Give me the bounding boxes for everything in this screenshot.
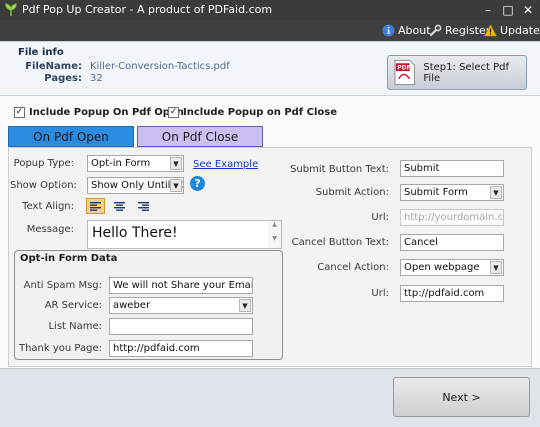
window-title: Pdf Pop Up Creator - A product of PDFaid… <box>22 3 273 16</box>
filename-label: FileName: <box>25 61 82 72</box>
title-bar: Pdf Pop Up Creator - A product of PDFaid… <box>0 0 540 20</box>
cancel-text-input[interactable]: Cancel <box>400 234 504 251</box>
cancel-text-label: Cancel Button Text: <box>291 237 389 248</box>
cancel-action-value: Open webpage <box>404 262 480 273</box>
align-center-icon <box>114 201 125 211</box>
popup-type-label: Popup Type: <box>13 158 74 169</box>
include-open-check-icon: ✓ <box>14 107 25 118</box>
chevron-down-icon: ▼ <box>239 299 251 312</box>
popup-type-select[interactable]: Opt-in Form ▼ <box>87 155 184 172</box>
warning-icon <box>484 24 497 37</box>
close-button[interactable]: ✕ <box>520 2 536 18</box>
include-open-label: Include Popup On Pdf Open <box>29 107 184 118</box>
filename-value: Killer-Conversion-Tactics.pdf <box>90 61 230 72</box>
select-pdf-button[interactable]: PDF Step1: Select Pdf File <box>387 55 527 90</box>
include-close-checkbox[interactable]: ✓ Include Popup on Pdf Close <box>168 107 337 118</box>
update-menu-item[interactable]: Update <box>484 22 540 39</box>
thank-you-label: Thank you Page: <box>18 343 102 354</box>
about-menu-item[interactable]: About <box>382 22 431 39</box>
chevron-down-icon: ▼ <box>490 186 502 199</box>
url1-label: Url: <box>371 212 389 223</box>
align-right-icon <box>138 201 149 211</box>
maximize-button[interactable]: □ <box>500 2 516 18</box>
align-left-icon <box>90 201 101 211</box>
ar-service-value: aweber <box>113 300 151 311</box>
show-option-label: Show Option: <box>10 180 77 191</box>
anti-spam-input[interactable]: We will not Share your Email <box>109 277 253 294</box>
pages-value: 32 <box>90 73 103 84</box>
update-label: Update <box>500 24 540 37</box>
cancel-action-select[interactable]: Open webpage ▼ <box>400 259 504 276</box>
url2-label: Url: <box>371 288 389 299</box>
include-close-check-icon: ✓ <box>168 107 179 118</box>
ar-service-label: AR Service: <box>44 300 102 311</box>
url1-input[interactable]: http://yourdomain.com <box>400 209 504 226</box>
cancel-action-label: Cancel Action: <box>317 262 389 273</box>
menu-bar: About Register Update <box>0 20 540 41</box>
popup-type-value: Opt-in Form <box>91 158 151 169</box>
show-option-select[interactable]: Show Only Untill C ▼ <box>87 177 184 194</box>
app-logo-icon <box>5 3 17 16</box>
optin-header: Opt-in Form Data <box>20 253 118 264</box>
list-name-input[interactable] <box>109 318 253 335</box>
select-pdf-label: Step1: Select Pdf File <box>423 61 509 84</box>
about-label: About <box>398 24 431 37</box>
help-icon[interactable]: ? <box>190 176 205 191</box>
align-left-button[interactable] <box>86 198 105 214</box>
submit-text-input[interactable]: Submit <box>400 160 504 177</box>
minimize-button[interactable]: – <box>480 2 496 18</box>
list-name-label: List Name: <box>48 321 102 332</box>
message-label: Message: <box>26 224 74 235</box>
url2-input[interactable]: ttp://pdfaid.com <box>400 285 504 302</box>
text-align-label: Text Align: <box>22 201 74 212</box>
register-menu-item[interactable]: Register <box>429 22 490 39</box>
message-textarea[interactable]: Hello There! <box>87 220 282 249</box>
see-example-link[interactable]: See Example <box>193 159 258 170</box>
pdf-file-icon: PDF <box>394 59 415 86</box>
include-close-label: Include Popup on Pdf Close <box>183 107 338 118</box>
wrench-icon <box>429 24 442 37</box>
message-scrollbar[interactable]: ▲ ▼ <box>268 221 281 248</box>
info-icon <box>382 24 395 37</box>
next-button[interactable]: Next > <box>393 377 530 417</box>
anti-spam-label: Anti Spam Msg: <box>23 280 102 291</box>
chevron-down-icon: ▼ <box>170 179 182 192</box>
tab-on-pdf-close[interactable]: On Pdf Close <box>137 126 263 147</box>
submit-text-label: Submit Button Text: <box>290 164 389 175</box>
thank-you-input[interactable]: http://pdfaid.com <box>109 340 253 357</box>
align-center-button[interactable] <box>110 198 129 214</box>
submit-action-select[interactable]: Submit Form ▼ <box>400 184 504 201</box>
svg-text:PDF: PDF <box>397 66 410 72</box>
align-right-button[interactable] <box>134 198 153 214</box>
chevron-down-icon: ▼ <box>490 261 502 274</box>
include-open-checkbox[interactable]: ✓ Include Popup On Pdf Open <box>14 107 184 118</box>
file-info-header: File info <box>18 47 64 58</box>
chevron-down-icon: ▼ <box>170 157 182 170</box>
ar-service-select[interactable]: aweber ▼ <box>109 297 253 314</box>
tab-on-pdf-open[interactable]: On Pdf Open <box>8 126 134 147</box>
pages-label: Pages: <box>44 73 82 84</box>
submit-action-label: Submit Action: <box>315 187 389 198</box>
submit-action-value: Submit Form <box>404 187 468 198</box>
